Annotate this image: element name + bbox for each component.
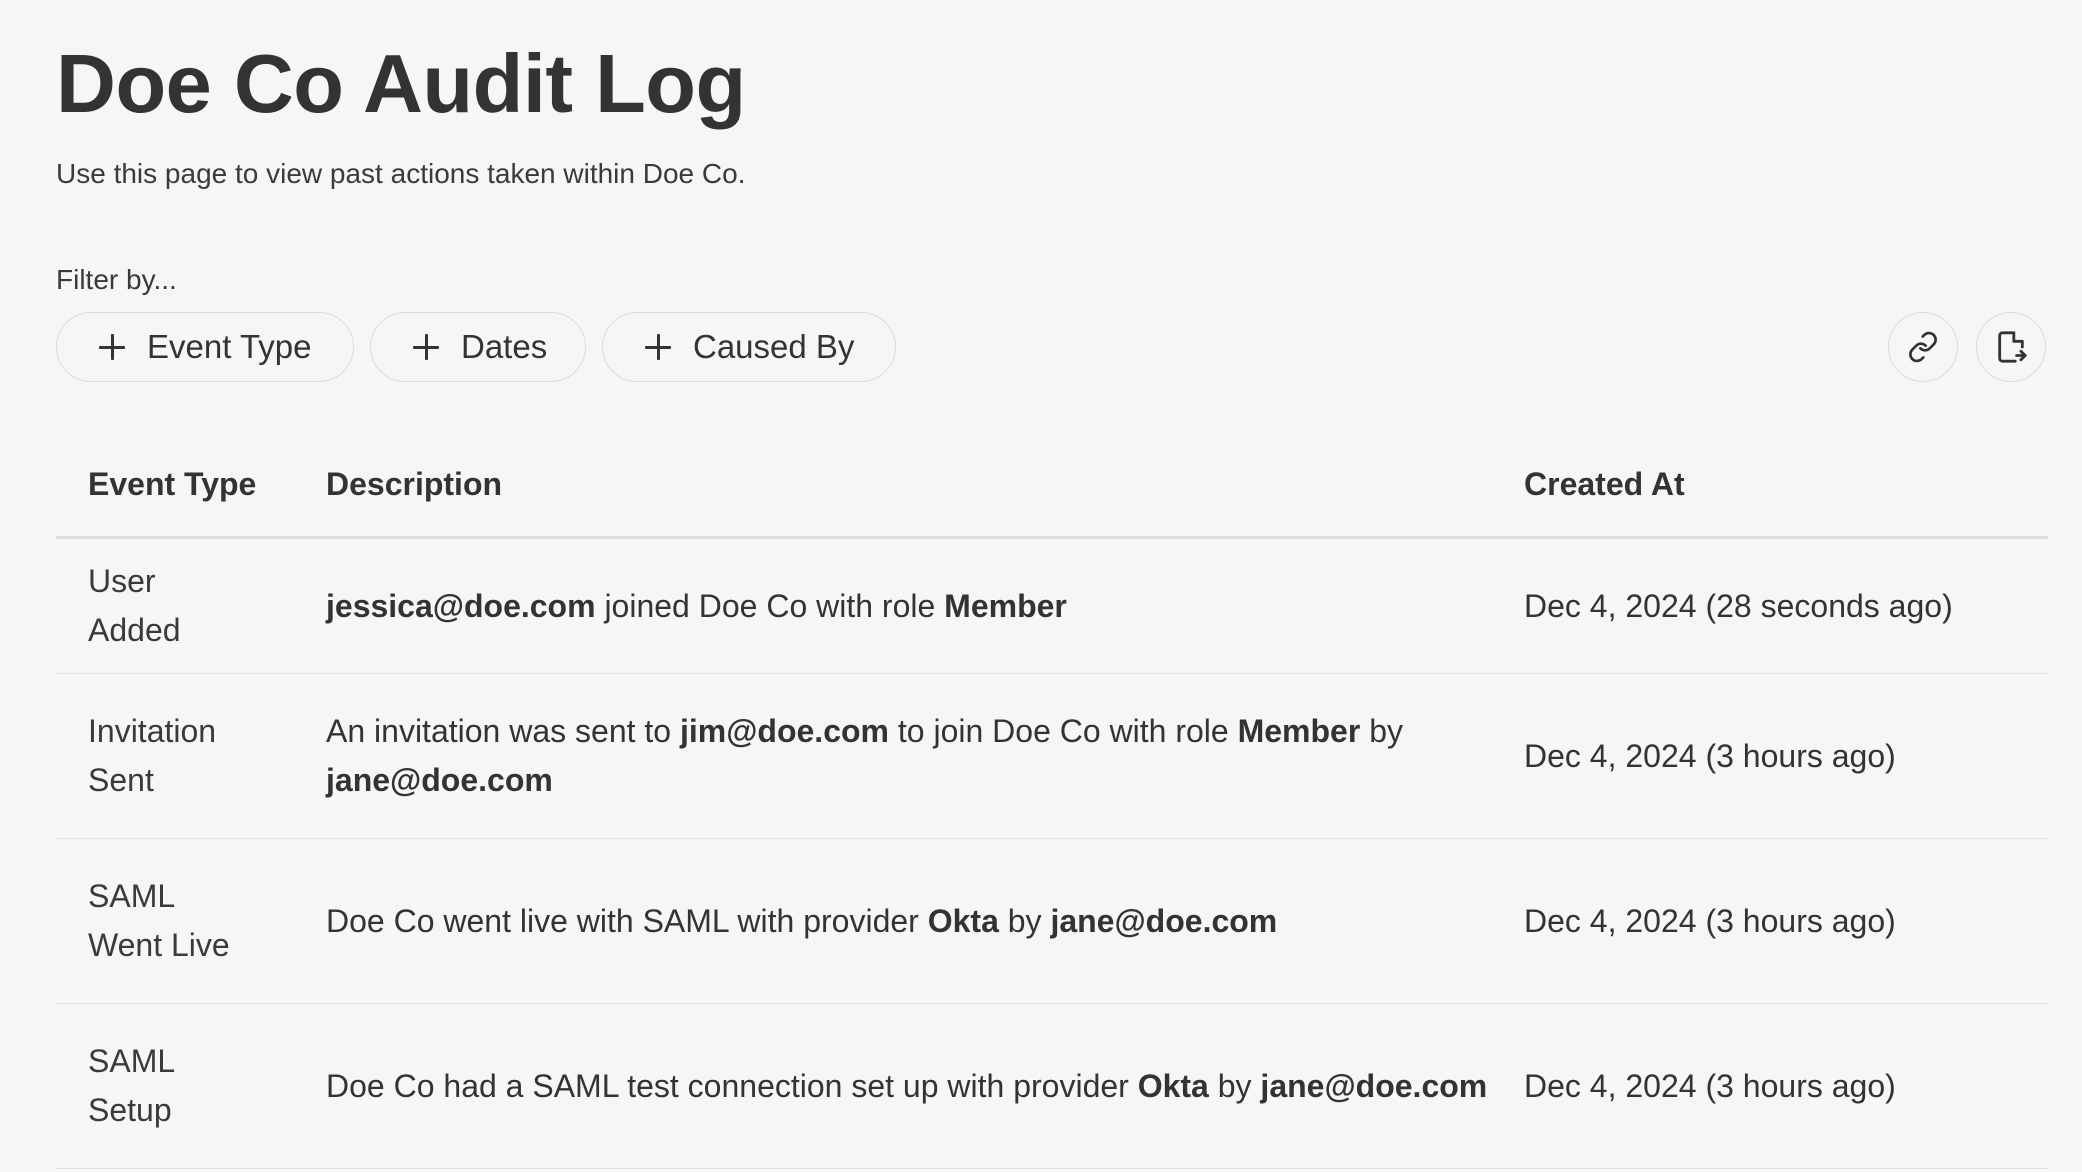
plus-icon — [645, 334, 671, 360]
filter-chip-label: Caused By — [693, 328, 855, 365]
provider-name: Okta — [1137, 1067, 1209, 1104]
filter-event-type-button[interactable]: Event Type — [56, 312, 354, 382]
description-text: by — [1360, 713, 1403, 749]
event-type-cell: SAML Setup — [56, 1003, 294, 1169]
created-at-cell: Dec 4, 2024 (3 hours ago) — [1492, 673, 2048, 839]
filter-bar: Event Type Dates Caused By — [56, 312, 2048, 384]
column-header-event-type[interactable]: Event Type — [56, 432, 294, 539]
description-text: An invitation was sent to — [326, 713, 680, 749]
description-text: joined Doe Co with role — [595, 587, 945, 624]
description-cell: An invitation was sent to jim@doe.com to… — [294, 673, 1492, 839]
column-header-created-at[interactable]: Created At — [1492, 432, 2048, 539]
table-row[interactable]: Invitation Sent An invitation was sent t… — [56, 673, 2048, 839]
plus-icon — [99, 334, 125, 360]
plus-icon — [413, 334, 439, 360]
export-file-icon — [1998, 331, 2027, 363]
role-name: Member — [944, 587, 1067, 624]
user-email: jessica@doe.com — [326, 587, 596, 624]
description-text: Doe Co went live with SAML with provider — [326, 902, 928, 939]
created-at-cell: Dec 4, 2024 (28 seconds ago) — [1492, 537, 2048, 674]
table-row[interactable]: User Added jessica@doe.com joined Doe Co… — [56, 537, 2048, 674]
user-email: jane@doe.com — [1050, 902, 1278, 939]
table-row[interactable]: SAML Setup Doe Co had a SAML test connec… — [56, 1003, 2048, 1169]
link-icon — [1909, 331, 1937, 363]
table-header-row: Event Type Description Created At — [56, 432, 2048, 539]
page-subtitle: Use this page to view past actions taken… — [56, 158, 746, 189]
audit-log-table: Event Type Description Created At User A… — [56, 432, 2048, 1169]
event-type-cell: Invitation Sent — [56, 673, 294, 839]
table-row[interactable]: SAML Went Live Doe Co went live with SAM… — [56, 838, 2048, 1004]
filter-chip-label: Dates — [461, 328, 548, 365]
column-header-description[interactable]: Description — [294, 432, 1492, 539]
filter-dates-button[interactable]: Dates — [370, 312, 586, 382]
role-name: Member — [1237, 713, 1361, 749]
description-cell: Doe Co went live with SAML with provider… — [294, 838, 1492, 1004]
event-type-cell: SAML Went Live — [56, 838, 294, 1004]
user-email: jane@doe.com — [326, 762, 553, 798]
provider-name: Okta — [927, 902, 999, 939]
created-at-cell: Dec 4, 2024 (3 hours ago) — [1492, 1003, 2048, 1169]
filter-caused-by-button[interactable]: Caused By — [602, 312, 896, 382]
filter-chip-label: Event Type — [147, 328, 312, 365]
description-text: by — [998, 902, 1051, 939]
description-cell: jessica@doe.com joined Doe Co with role … — [294, 537, 1492, 674]
filter-label: Filter by... — [56, 264, 177, 295]
copy-link-button[interactable] — [1888, 312, 1958, 382]
user-email: jim@doe.com — [679, 713, 889, 749]
page-title: Doe Co Audit Log — [56, 37, 746, 130]
export-button[interactable] — [1976, 312, 2046, 382]
description-text: by — [1208, 1067, 1261, 1104]
description-cell: Doe Co had a SAML test connection set up… — [294, 1003, 1492, 1169]
description-text: to join Doe Co with role — [888, 713, 1238, 749]
description-text: Doe Co had a SAML test connection set up… — [326, 1067, 1138, 1104]
user-email: jane@doe.com — [1260, 1067, 1488, 1104]
created-at-cell: Dec 4, 2024 (3 hours ago) — [1492, 838, 2048, 1004]
event-type-cell: User Added — [56, 537, 294, 674]
